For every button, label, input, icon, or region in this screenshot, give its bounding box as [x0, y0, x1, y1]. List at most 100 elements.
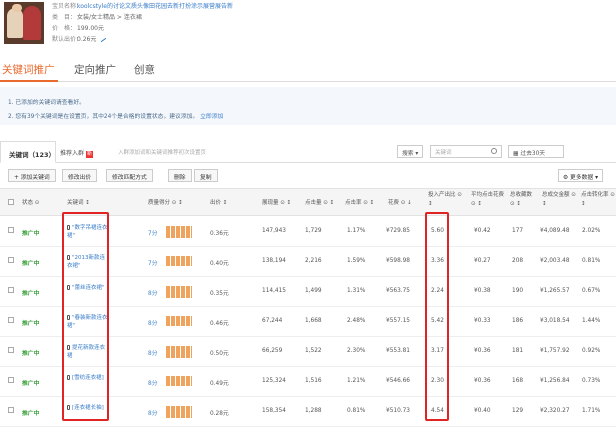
quality-score-cell[interactable]: 8分 — [148, 318, 158, 327]
gmv-cell: ¥2,003.48 — [540, 258, 570, 264]
quality-score-bar — [166, 406, 192, 418]
notice-box: 1. 已添加的关键词请查看好。 2. 您有39个关键词是在设置页，其中24个是合… — [0, 87, 616, 125]
product-price-line: 价 格：199.00元 — [52, 25, 104, 32]
cvr-cell: 0.81% — [582, 258, 601, 264]
clicks-cell: 1,288 — [305, 408, 322, 414]
gmv-cell: ¥2,320.27 — [540, 408, 570, 414]
col-bid[interactable]: 出价 ↕ — [210, 199, 227, 208]
row-checkbox[interactable] — [8, 227, 14, 233]
keyword-count-tab[interactable]: 关键词（123） — [0, 141, 56, 163]
bid-cell: 0.50元 — [210, 351, 229, 357]
col-keyword[interactable]: 关键词 ↕ — [67, 199, 90, 208]
favorites-cell: 168 — [512, 378, 524, 384]
favorites-cell: 181 — [512, 348, 524, 354]
quality-score-cell[interactable]: 8分 — [148, 348, 158, 357]
favorites-cell: 208 — [512, 258, 524, 264]
row-checkbox[interactable] — [8, 407, 14, 413]
impressions-cell: 67,244 — [262, 318, 283, 324]
cpc-cell: ¥0.36 — [474, 378, 491, 384]
cvr-cell: 0.73% — [582, 378, 601, 384]
default-bid-line: 默认出价：0.26元 — [52, 33, 233, 45]
col-favorites[interactable]: 总收藏数 ⊙ ↕ — [510, 191, 534, 209]
clicks-cell: 1,729 — [305, 228, 322, 234]
search-type-dropdown[interactable]: 搜索 ▾ — [397, 145, 424, 158]
status-cell: 推广中 — [22, 411, 40, 417]
edit-icon[interactable] — [98, 33, 107, 43]
impressions-cell: 138,194 — [262, 258, 286, 264]
cost-cell: ¥557.15 — [386, 318, 410, 324]
col-gmv[interactable]: 总成交金额 ⊙ ↕ — [542, 191, 578, 209]
quality-score-cell[interactable]: 8分 — [148, 378, 158, 387]
ctr-cell: 1.59% — [347, 258, 366, 264]
ctr-cell: 2.48% — [347, 318, 366, 324]
bid-cell: 0.46元 — [210, 321, 229, 327]
row-checkbox[interactable] — [8, 347, 14, 353]
edit-match-button[interactable]: 修改匹配方式 — [106, 169, 153, 182]
quality-score-bar — [166, 256, 192, 266]
cost-cell: ¥553.81 — [386, 348, 410, 354]
col-status[interactable]: 状态 ⊙ — [22, 199, 39, 208]
quality-score-bar — [166, 376, 192, 386]
bid-cell: 0.36元 — [210, 231, 229, 237]
delete-button[interactable]: 删除 — [168, 169, 192, 182]
cost-cell: ¥729.85 — [386, 228, 410, 234]
bid-cell: 0.40元 — [210, 261, 229, 267]
col-cpc[interactable]: 平均点击花费 ⊙ ↕ — [471, 191, 507, 209]
ctr-cell: 0.81% — [347, 408, 366, 414]
active-tab-indicator — [0, 80, 58, 82]
quality-score-bar — [166, 286, 192, 298]
col-roi[interactable]: 投入产出比 ⊙ ↕ — [428, 191, 466, 209]
search-input[interactable]: 关键词 — [430, 145, 502, 158]
quality-score-cell[interactable]: 8分 — [148, 408, 158, 417]
add-now-link[interactable]: 立即添加 — [200, 114, 223, 120]
select-all-checkbox[interactable] — [8, 199, 14, 205]
quality-score-cell[interactable]: 8分 — [148, 288, 158, 297]
cpc-cell: ¥0.36 — [474, 348, 491, 354]
add-keyword-button[interactable]: + 添加关键词 — [8, 169, 56, 182]
col-cost[interactable]: 花费 ⊙ ↓ — [388, 199, 412, 208]
col-clicks[interactable]: 点击量 ⊙ ↕ — [305, 199, 334, 208]
date-range-dropdown[interactable]: ▦ 过去30天 — [508, 145, 564, 158]
quality-score-cell[interactable]: 7分 — [148, 258, 158, 267]
clicks-cell: 1,516 — [305, 378, 322, 384]
cvr-cell: 0.92% — [582, 348, 601, 354]
product-thumbnail[interactable] — [4, 2, 44, 44]
product-name-line: 宝贝名称：koolcstyle的讨论文质头像田花园去新打扮涂示展营展告新 — [52, 3, 233, 10]
col-ctr[interactable]: 点击率 ⊙ ↕ — [345, 199, 374, 208]
quality-score-cell[interactable]: 7分 — [148, 228, 158, 237]
row-checkbox[interactable] — [8, 257, 14, 263]
col-quality-score[interactable]: 质量得分 ⊙ ↕ — [148, 199, 183, 208]
roi-column-highlight — [425, 212, 449, 421]
ctr-cell: 1.21% — [347, 378, 366, 384]
edit-bid-button[interactable]: 修改出价 — [62, 169, 98, 182]
tab-targeted-promotion[interactable]: 定向推广 — [74, 62, 116, 77]
product-category-line: 类 目：女装/女士精品 > 连衣裙 — [52, 14, 142, 21]
tab-creative[interactable]: 创意 — [134, 62, 155, 77]
row-checkbox[interactable] — [8, 377, 14, 383]
impressions-cell: 158,354 — [262, 408, 286, 414]
cpc-cell: ¥0.38 — [474, 288, 491, 294]
cost-cell: ¥510.73 — [386, 408, 410, 414]
copy-button[interactable]: 复制 — [194, 169, 218, 182]
row-checkbox[interactable] — [8, 287, 14, 293]
more-data-button[interactable]: ⚙ 更多数据 ▾ — [558, 169, 603, 182]
gmv-cell: ¥1,256.84 — [540, 378, 570, 384]
new-badge: 新 — [86, 151, 94, 158]
recommend-tab[interactable]: 推荐入群新 — [60, 148, 94, 158]
ctr-cell: 1.31% — [347, 288, 366, 294]
cost-cell: ¥598.98 — [386, 258, 410, 264]
row-checkbox[interactable] — [8, 317, 14, 323]
campaign-tabs: 关键词推广 定向推广 创意 — [0, 56, 616, 82]
tab-keyword-promotion[interactable]: 关键词推广 — [2, 62, 55, 77]
cvr-cell: 2.02% — [582, 228, 601, 234]
col-cvr[interactable]: 点击转化率 ⊙ ↕ — [581, 191, 615, 209]
impressions-cell: 66,259 — [262, 348, 283, 354]
product-name-link[interactable]: koolcstyle的讨论文质头像田花园去新打扮涂示展营展告新 — [77, 3, 233, 10]
col-impressions[interactable]: 展现量 ⊙ ↕ — [262, 199, 291, 208]
search-icon[interactable] — [491, 148, 497, 154]
gmv-cell: ¥4,089.48 — [540, 228, 570, 234]
ctr-cell: 2.30% — [347, 348, 366, 354]
favorites-cell: 129 — [512, 408, 524, 414]
impressions-cell: 125,324 — [262, 378, 286, 384]
cvr-cell: 1.44% — [582, 318, 601, 324]
